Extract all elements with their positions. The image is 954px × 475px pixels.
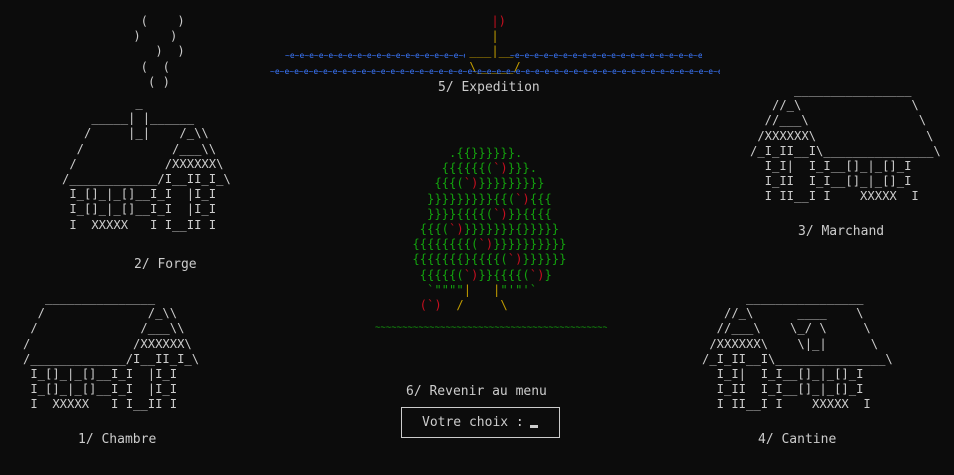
chambre-house-art: _______________ / /_\\ / /___\\ / /XXXXX… [23, 291, 200, 412]
tree-art: .{{}}}}}}. {{{{{{(`)}}}. {{{(`)}}}}}}}}}… [405, 146, 567, 313]
water-line-upper: ~e~e~e~e~e~e~e~e~e~e~e~e~e~e~e~e~e~e~e~e… [285, 52, 465, 60]
menu-item-cantine[interactable]: 4/ Cantine [758, 432, 836, 447]
marchand-house-art: ________________ //_\ \ //___\ \ /XXXXXX… [750, 83, 941, 204]
cantine-house-art: ________________ //_\ ____ \ //___\ \_/ … [702, 291, 893, 412]
water-line-lower: ~e~e~e~e~e~e~e~e~e~e~e~e~e~e~e~e~e~e~e~e… [270, 68, 720, 76]
text-cursor [529, 425, 538, 428]
forge-house-art: _ _____| |______ / |_| /_\\ / /___\\ / /… [62, 96, 231, 232]
menu-item-retour[interactable]: 6/ Revenir au menu [406, 384, 547, 399]
menu-item-chambre[interactable]: 1/ Chambre [78, 432, 156, 447]
menu-item-forge[interactable]: 2/ Forge [134, 257, 197, 272]
boat-art: |) | ___|__ \_____/ [462, 14, 521, 74]
water-line-upper-right: ~e~e~e~e~e~e~e~e~e~e~e~e~e~e~e~e~e~e~e~e… [510, 52, 702, 60]
grass-line: ~~~~~~~~~~~~~~~~~~~~~~~~~~~~~~~~~~~~~~~~… [375, 324, 607, 333]
menu-item-expedition[interactable]: 5/ Expedition [438, 80, 540, 95]
menu-item-marchand[interactable]: 3/ Marchand [798, 224, 884, 239]
smoke-art: ( ) ) ) ) ) ( ( ( ) [133, 14, 185, 89]
choice-prompt-box[interactable]: Votre choix : [401, 407, 560, 438]
choice-prompt-label: Votre choix : [422, 415, 524, 430]
